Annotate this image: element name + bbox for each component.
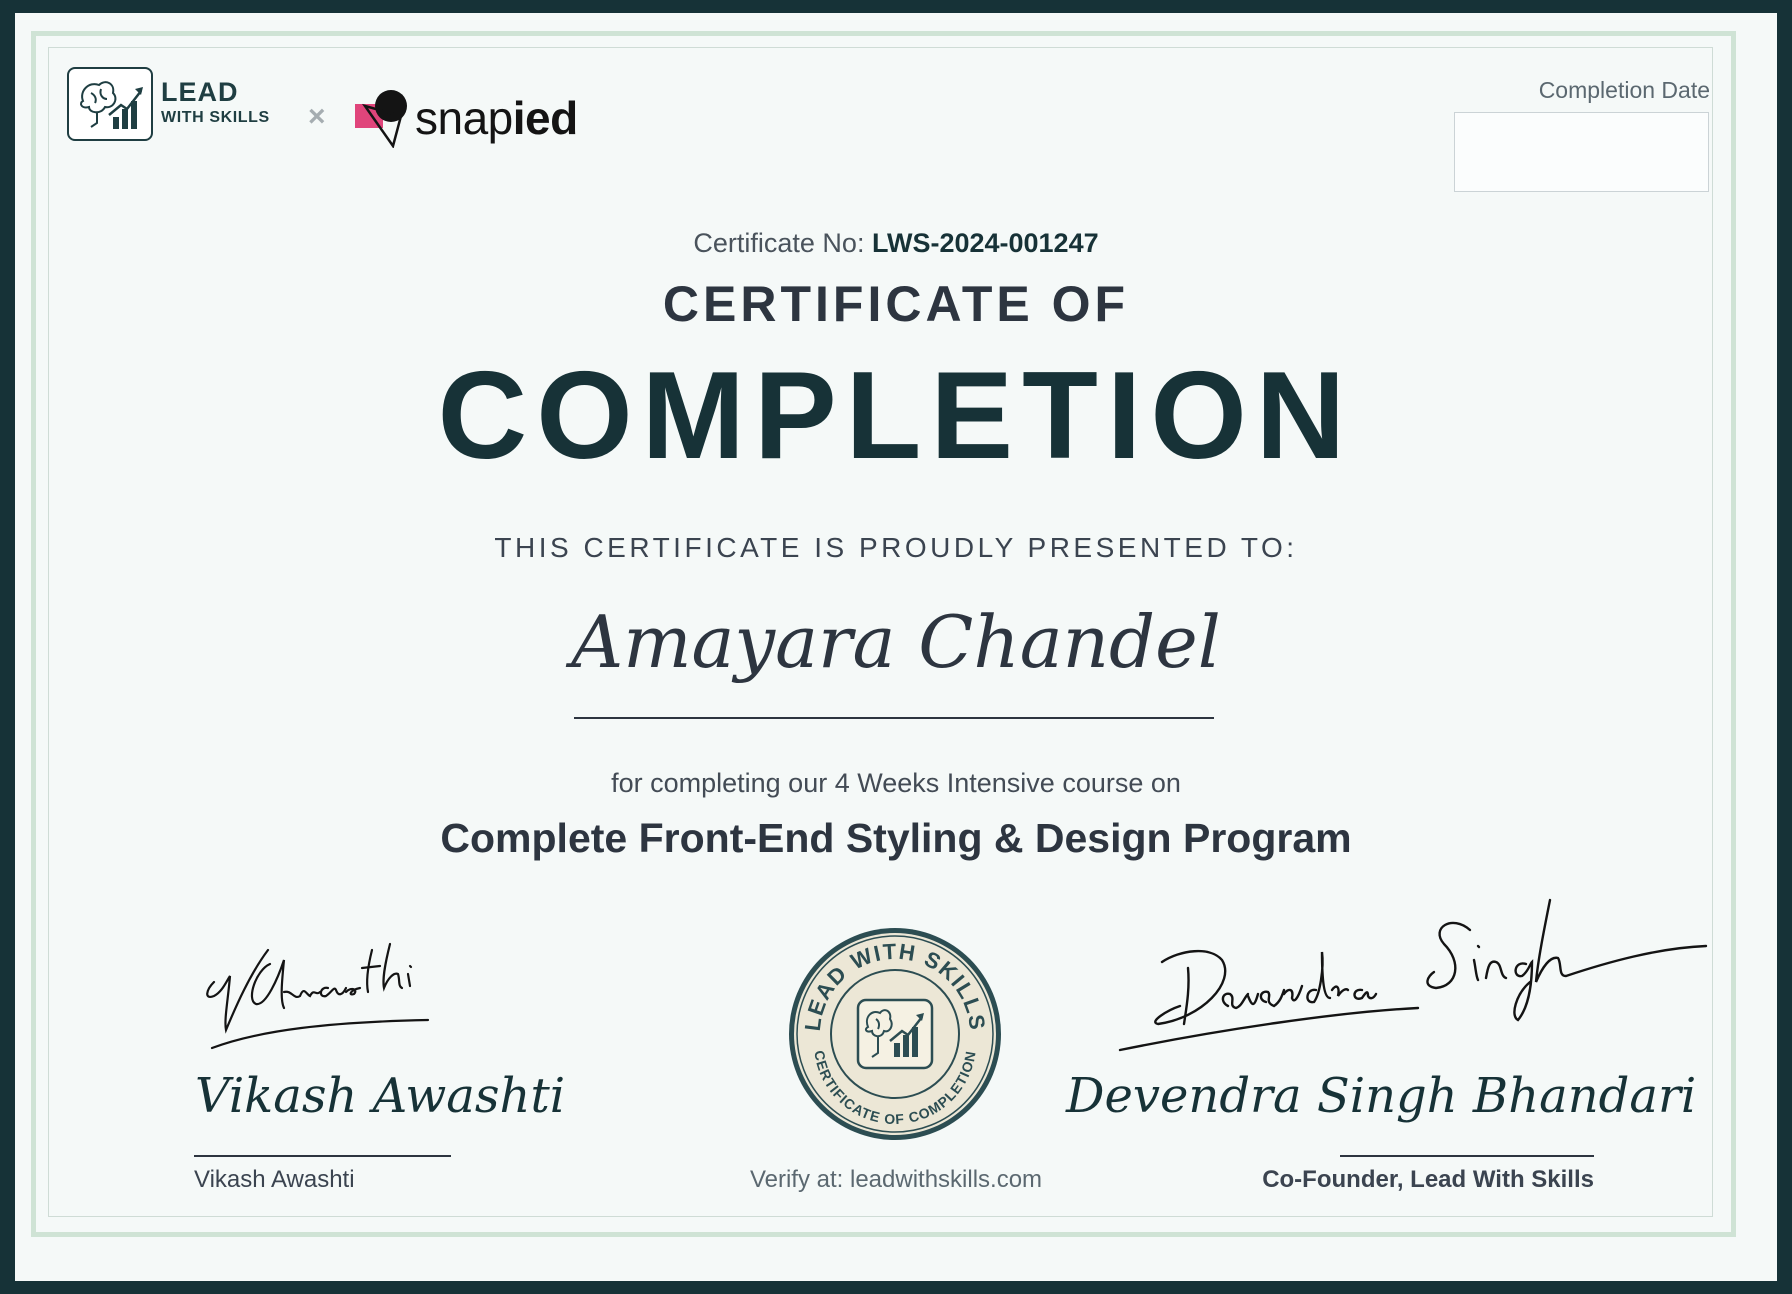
- completion-date-box: [1454, 112, 1709, 192]
- presented-to-text: THIS CERTIFICATE IS PROUDLY PRESENTED TO…: [494, 532, 1298, 563]
- seal-brain-chart-icon: [856, 998, 934, 1070]
- recipient-name: Amayara Chandel: [571, 600, 1221, 684]
- logo-line-lead: LEAD: [161, 77, 239, 107]
- certificate-number: Certificate No: LWS-2024-001247: [693, 228, 1099, 258]
- snapied-mark-icon: [355, 90, 407, 148]
- recipient-underline: [574, 717, 1214, 719]
- signature-devendra-singh: [1118, 898, 1708, 1052]
- snapied-logo: snapied: [355, 85, 595, 155]
- signature-vawasthi: [206, 942, 430, 1050]
- course-title: Complete Front-End Styling & Design Prog…: [440, 815, 1352, 861]
- certificate-seal: LEAD WITH SKILLS CERTIFICATE OF COMPLETI…: [789, 928, 1001, 1140]
- course-intro: for completing our 4 Weeks Intensive cou…: [611, 768, 1181, 798]
- signatory-left-line: [194, 1155, 451, 1157]
- logo-separator: ×: [308, 100, 326, 133]
- lead-with-skills-logo: LEAD WITH SKILLS: [67, 67, 292, 155]
- certificate-number-value: LWS-2024-001247: [871, 228, 1099, 258]
- brain-growth-chart-icon: [67, 67, 153, 141]
- snapied-wordmark: snapied: [415, 92, 578, 144]
- signatory-right-label: Co-Founder, Lead With Skills: [1262, 1166, 1594, 1193]
- heading-completion: COMPLETION: [437, 347, 1355, 485]
- signatory-right-line: [1340, 1155, 1594, 1157]
- completion-date-label: Completion Date: [1538, 77, 1710, 103]
- logo-line-with-skills: WITH SKILLS: [161, 109, 270, 126]
- heading-certificate-of: CERTIFICATE OF: [662, 276, 1130, 332]
- signatory-left-script-name: Vikash Awashti: [195, 1068, 566, 1124]
- signatory-right-script-name: Devendra Singh Bhandari: [1066, 1068, 1697, 1124]
